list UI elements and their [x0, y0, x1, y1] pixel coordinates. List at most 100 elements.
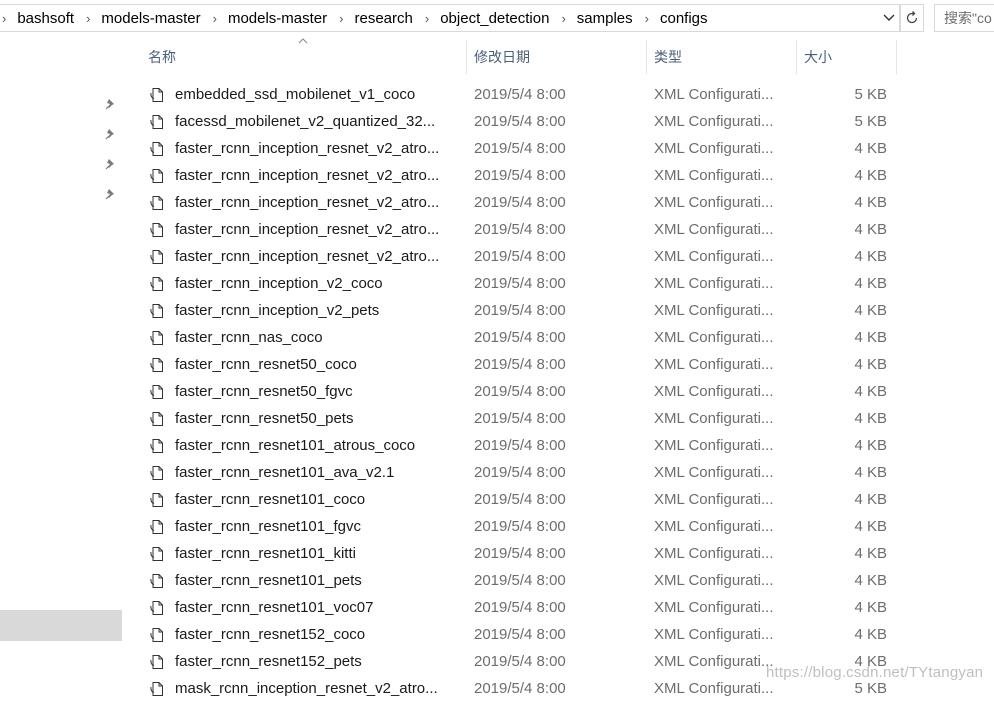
file-row[interactable]: faster_rcnn_resnet50_fgvc 2019/5/4 8:00 XM…	[146, 379, 896, 406]
file-row[interactable]: faster_rcnn_inception_resnet_v2_atro... 2…	[146, 136, 896, 163]
file-date: 2019/5/4 8:00	[474, 248, 566, 265]
file-date: 2019/5/4 8:00	[474, 410, 566, 427]
column-header-name-label: 名称	[148, 49, 176, 65]
file-type: XML Configurati...	[654, 572, 774, 589]
chevron-right-icon[interactable]: ›	[0, 11, 17, 26]
chevron-right-icon[interactable]: ›	[213, 11, 228, 26]
chevron-right-icon[interactable]: ›	[561, 11, 576, 26]
file-row[interactable]: faster_rcnn_resnet101_atrous_coco 2019/5/…	[146, 433, 896, 460]
search-input[interactable]: 搜索"co	[934, 4, 994, 32]
document-icon	[150, 384, 164, 400]
file-size: 5 KB	[854, 113, 887, 130]
chevron-right-icon[interactable]: ›	[86, 11, 101, 26]
chevron-right-icon[interactable]: ›	[425, 11, 440, 26]
file-name: faster_rcnn_inception_v2_coco	[175, 275, 383, 292]
file-name: faster_rcnn_inception_resnet_v2_atro...	[175, 140, 440, 157]
file-size: 4 KB	[854, 464, 887, 481]
chevron-right-icon[interactable]: ›	[645, 11, 660, 26]
column-header-name[interactable]: 名称	[148, 40, 466, 74]
address-bar[interactable]: › bashsoft › models-master › models-master › re…	[0, 4, 900, 32]
file-date: 2019/5/4 8:00	[474, 194, 566, 211]
breadcrumb-item[interactable]: bashsoft	[17, 10, 86, 27]
column-header-size[interactable]: 大小	[804, 40, 896, 74]
document-icon	[150, 573, 164, 589]
file-size: 4 KB	[854, 437, 887, 454]
file-row[interactable]: faster_rcnn_resnet101_coco 2019/5/4 8:00 X…	[146, 487, 896, 514]
file-row[interactable]: faster_rcnn_inception_resnet_v2_atro... 2…	[146, 244, 896, 271]
document-icon	[150, 519, 164, 535]
file-date: 2019/5/4 8:00	[474, 599, 566, 616]
file-row[interactable]: faster_rcnn_inception_v2_pets 2019/5/4 8:…	[146, 298, 896, 325]
file-date: 2019/5/4 8:00	[474, 356, 566, 373]
file-name: faster_rcnn_inception_resnet_v2_atro...	[175, 167, 440, 184]
chevron-right-icon[interactable]: ›	[339, 11, 354, 26]
file-date: 2019/5/4 8:00	[474, 221, 566, 238]
file-row[interactable]: faster_rcnn_resnet101_pets 2019/5/4 8:00 X…	[146, 568, 896, 595]
file-row[interactable]: faster_rcnn_inception_v2_coco 2019/5/4 8:…	[146, 271, 896, 298]
document-icon	[150, 600, 164, 616]
refresh-icon[interactable]	[900, 4, 924, 32]
breadcrumb-item[interactable]: samples	[577, 10, 645, 27]
column-divider[interactable]	[896, 40, 897, 74]
pin-icon[interactable]	[104, 188, 118, 202]
file-name: embedded_ssd_mobilenet_v1_coco	[175, 86, 416, 103]
document-icon	[150, 546, 164, 562]
file-type: XML Configurati...	[654, 680, 774, 697]
document-icon	[150, 222, 164, 238]
file-type: XML Configurati...	[654, 491, 774, 508]
column-divider[interactable]	[466, 40, 467, 74]
file-row[interactable]: faster_rcnn_inception_resnet_v2_atro... 2…	[146, 163, 896, 190]
breadcrumb-item[interactable]: object_detection	[440, 10, 561, 27]
file-row[interactable]: faster_rcnn_inception_resnet_v2_atro... 2…	[146, 190, 896, 217]
watermark-text: https://blog.csdn.net/TYtangyan	[766, 664, 984, 681]
file-row[interactable]: facessd_mobilenet_v2_quantized_32... 2019…	[146, 109, 896, 136]
file-name: faster_rcnn_resnet101_coco	[175, 491, 366, 508]
file-row[interactable]: faster_rcnn_resnet101_fgvc 2019/5/4 8:00 X…	[146, 514, 896, 541]
document-icon	[150, 168, 164, 184]
column-header-date[interactable]: 修改日期	[474, 40, 646, 74]
file-date: 2019/5/4 8:00	[474, 302, 566, 319]
pin-icon[interactable]	[104, 98, 118, 112]
breadcrumb[interactable]: › bashsoft › models-master › models-master › re…	[0, 5, 879, 31]
file-type: XML Configurati...	[654, 248, 774, 265]
file-date: 2019/5/4 8:00	[474, 491, 566, 508]
file-row[interactable]: faster_rcnn_nas_coco 2019/5/4 8:00 XML Con…	[146, 325, 896, 352]
chevron-down-icon[interactable]	[879, 5, 899, 31]
file-name: faster_rcnn_resnet50_pets	[175, 410, 354, 427]
file-row[interactable]: faster_rcnn_inception_resnet_v2_atro... 2…	[146, 217, 896, 244]
file-name: faster_rcnn_inception_resnet_v2_atro...	[175, 221, 440, 238]
file-row[interactable]: faster_rcnn_resnet50_pets 2019/5/4 8:00 XM…	[146, 406, 896, 433]
nav-item-selected[interactable]	[0, 610, 122, 641]
file-type: XML Configurati...	[654, 545, 774, 562]
file-date: 2019/5/4 8:00	[474, 113, 566, 130]
pin-icon[interactable]	[104, 158, 118, 172]
file-size: 4 KB	[854, 167, 887, 184]
document-icon	[150, 87, 164, 103]
breadcrumb-item[interactable]: models-master	[228, 10, 339, 27]
file-type: XML Configurati...	[654, 626, 774, 643]
pin-icon[interactable]	[104, 128, 118, 142]
column-divider[interactable]	[796, 40, 797, 74]
document-icon	[150, 411, 164, 427]
file-size: 4 KB	[854, 275, 887, 292]
file-row[interactable]: faster_rcnn_resnet50_coco 2019/5/4 8:00 XM…	[146, 352, 896, 379]
file-name: faster_rcnn_resnet101_ava_v2.1	[175, 464, 395, 481]
breadcrumb-item[interactable]: research	[355, 10, 425, 27]
breadcrumb-item[interactable]: models-master	[101, 10, 212, 27]
file-type: XML Configurati...	[654, 167, 774, 184]
file-row[interactable]: faster_rcnn_resnet152_coco 2019/5/4 8:00 X…	[146, 622, 896, 649]
column-header-type[interactable]: 类型	[654, 40, 796, 74]
document-icon	[150, 195, 164, 211]
file-row[interactable]: embedded_ssd_mobilenet_v1_coco 2019/5/4 8…	[146, 82, 896, 109]
file-date: 2019/5/4 8:00	[474, 626, 566, 643]
file-row[interactable]: faster_rcnn_resnet101_voc07 2019/5/4 8:00…	[146, 595, 896, 622]
breadcrumb-item[interactable]: configs	[660, 10, 720, 27]
file-row[interactable]: faster_rcnn_resnet101_kitti 2019/5/4 8:00…	[146, 541, 896, 568]
file-name: faster_rcnn_resnet101_voc07	[175, 599, 374, 616]
column-header-date-label: 修改日期	[474, 49, 530, 65]
file-size: 4 KB	[854, 545, 887, 562]
file-size: 4 KB	[854, 599, 887, 616]
file-row[interactable]: faster_rcnn_resnet101_ava_v2.1 2019/5/4 8…	[146, 460, 896, 487]
column-divider[interactable]	[646, 40, 647, 74]
file-size: 4 KB	[854, 140, 887, 157]
